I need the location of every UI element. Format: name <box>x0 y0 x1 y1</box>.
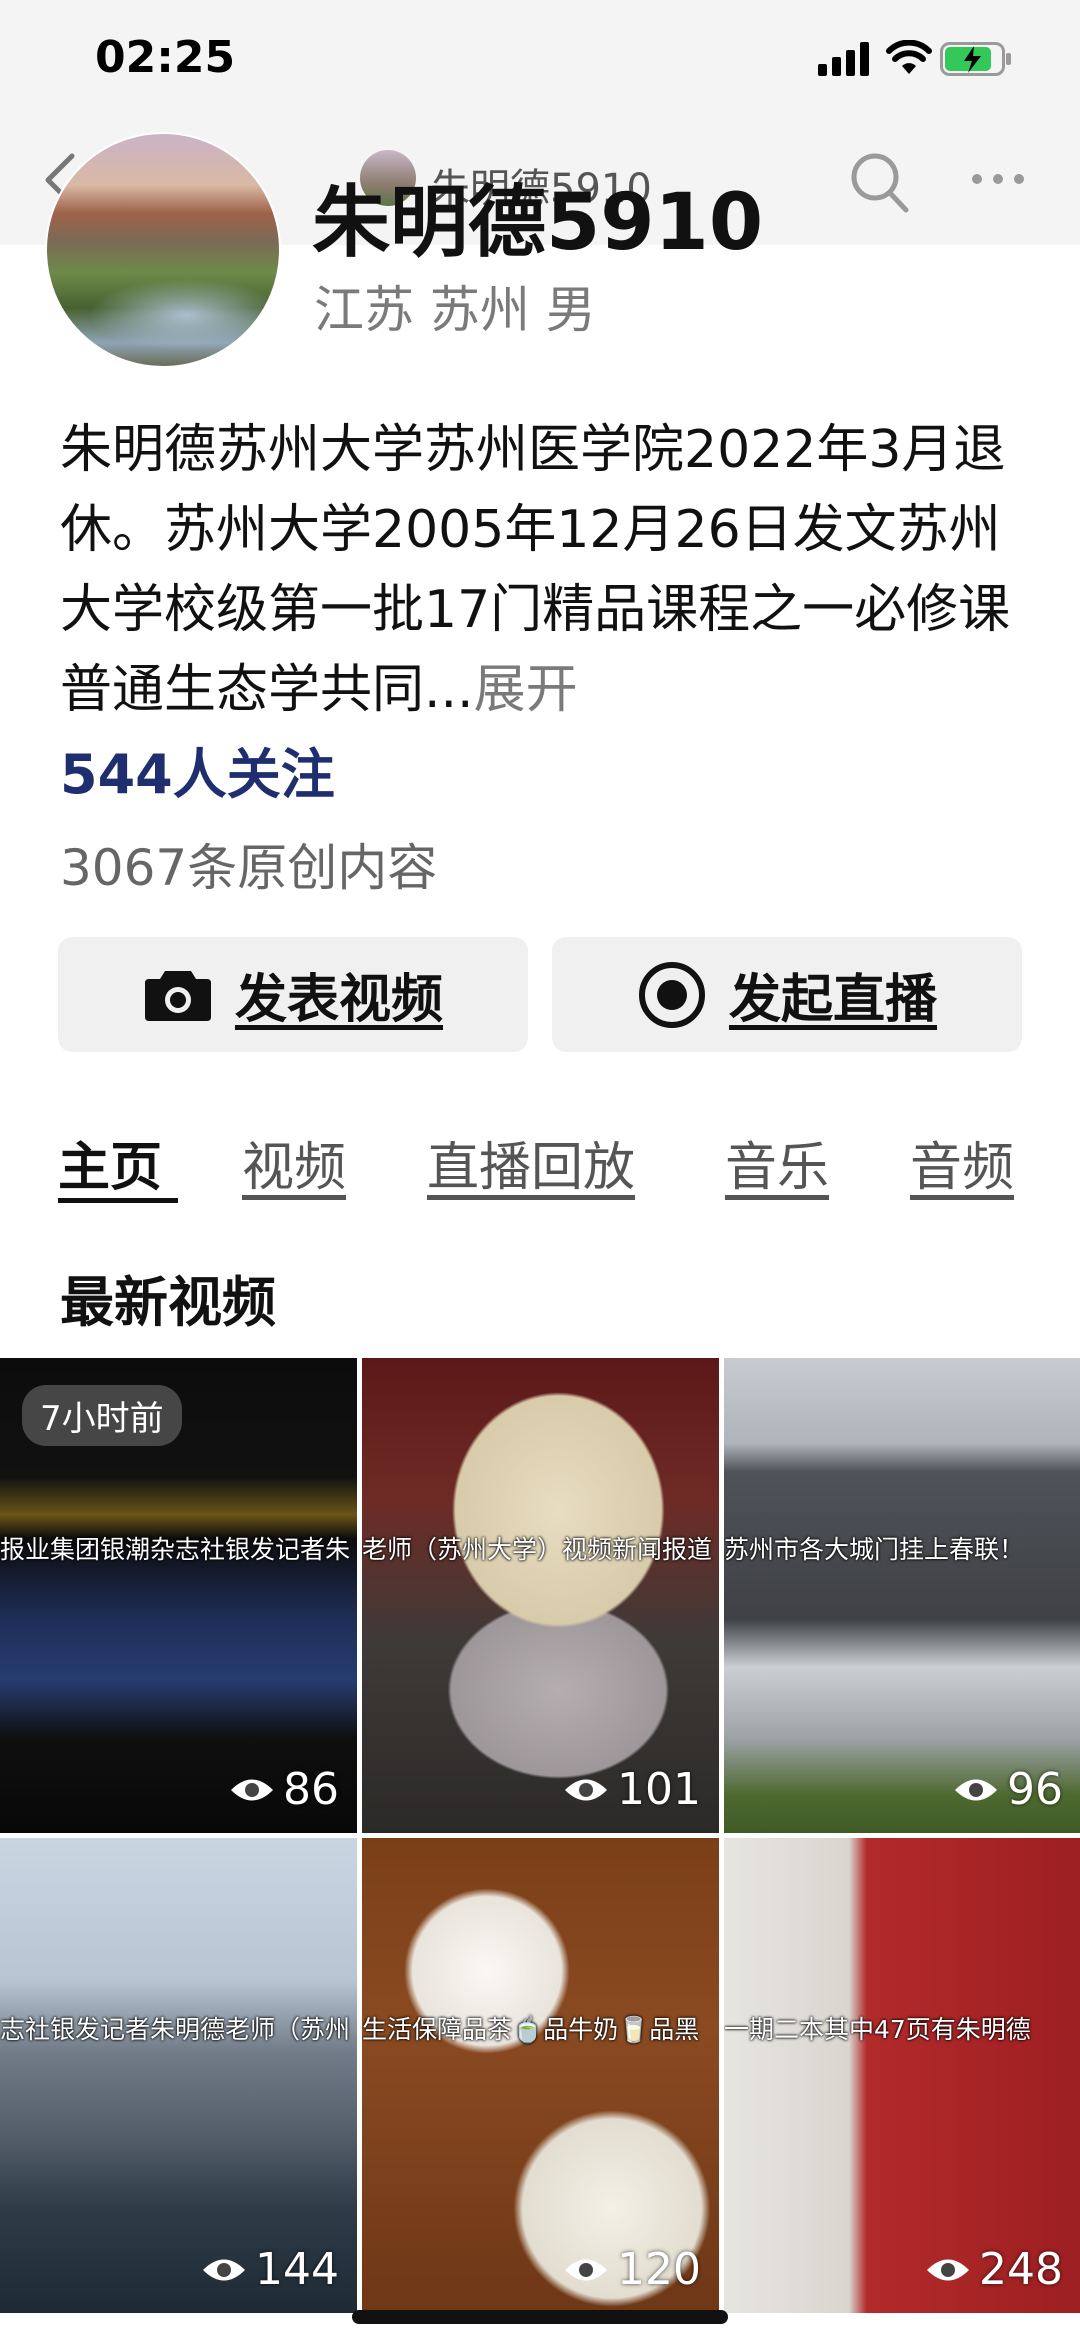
post-video-button[interactable]: 发表视频 <box>58 937 528 1052</box>
view-count: 86 <box>229 1764 339 1815</box>
profile-location: 江苏 苏州 男 <box>314 281 596 339</box>
view-count: 144 <box>201 2244 339 2295</box>
view-count-value: 144 <box>255 2244 339 2295</box>
live-record-icon <box>638 961 705 1028</box>
video-caption: 老师（苏州大学）视频新闻报道 <box>362 1535 713 1564</box>
eye-icon <box>927 2259 970 2280</box>
view-count-value: 101 <box>617 1764 701 1815</box>
eye-icon <box>203 2259 246 2280</box>
wifi-icon <box>886 40 932 74</box>
video-caption: 报业集团银潮杂志社银发记者朱 <box>0 1535 351 1564</box>
bio-expand-link[interactable]: 展开 <box>474 660 578 720</box>
view-count-value: 248 <box>979 2244 1063 2295</box>
time-badge: 7小时前 <box>22 1385 182 1446</box>
more-options-icon[interactable] <box>970 172 1026 186</box>
view-count-value: 120 <box>617 2244 701 2295</box>
tab-live-replay[interactable]: 直播回放 <box>427 1125 635 1200</box>
tab-audio[interactable]: 音频 <box>910 1125 1014 1200</box>
video-tile[interactable]: 老师（苏州大学）视频新闻报道 101 <box>362 1358 719 1833</box>
view-count-value: 96 <box>1007 1764 1063 1815</box>
view-count-value: 86 <box>283 1764 339 1815</box>
status-time: 02:25 <box>95 32 236 83</box>
eye-icon <box>231 1779 273 1800</box>
view-count: 101 <box>563 1764 701 1815</box>
eye-icon <box>955 1779 997 1800</box>
tab-home[interactable]: 主页 <box>58 1125 162 1200</box>
home-indicator[interactable] <box>352 2310 728 2324</box>
video-caption: 苏州市各大城门挂上春联！ <box>724 1535 1025 1564</box>
battery-charging-icon <box>940 42 1011 76</box>
video-tile[interactable]: 苏州市各大城门挂上春联！ 96 <box>724 1358 1080 1833</box>
view-count: 120 <box>563 2244 701 2295</box>
eye-icon <box>565 1779 608 1800</box>
tab-video[interactable]: 视频 <box>242 1125 346 1200</box>
video-tile[interactable]: 志社银发记者朱明德老师（苏州 144 <box>0 1838 357 2313</box>
start-live-label: 发起直播 <box>728 970 937 1030</box>
camera-icon <box>144 970 211 1021</box>
video-caption: 生活保障品茶🍵品牛奶🥛品黑 <box>362 2015 700 2044</box>
start-live-button[interactable]: 发起直播 <box>552 937 1022 1052</box>
video-tile[interactable]: 生活保障品茶🍵品牛奶🥛品黑 120 <box>362 1838 719 2313</box>
eye-icon <box>565 2259 608 2280</box>
profile-avatar[interactable] <box>45 132 281 368</box>
cellular-signal-icon <box>818 42 869 76</box>
post-video-label: 发表视频 <box>234 970 443 1030</box>
original-content-count: 3067条原创内容 <box>60 839 438 897</box>
profile-username: 朱明德5910 <box>312 178 764 268</box>
video-caption: 志社银发记者朱明德老师（苏州 <box>0 2015 351 2044</box>
video-caption: 一期二本其中47页有朱明德 <box>724 2015 1031 2044</box>
view-count: 248 <box>925 2244 1063 2295</box>
active-tab-indicator <box>58 1198 178 1203</box>
video-tile[interactable]: 一期二本其中47页有朱明德 248 <box>724 1838 1080 2313</box>
profile-bio: 朱明德苏州大学苏州医学院2022年3月退休。苏州大学2005年12月26日发文苏… <box>60 410 1020 730</box>
section-title: 最新视频 <box>60 1271 276 1334</box>
followers-count[interactable]: 544人关注 <box>60 730 335 809</box>
search-icon[interactable] <box>848 150 910 216</box>
view-count: 96 <box>953 1764 1063 1815</box>
tab-music[interactable]: 音乐 <box>725 1125 829 1200</box>
